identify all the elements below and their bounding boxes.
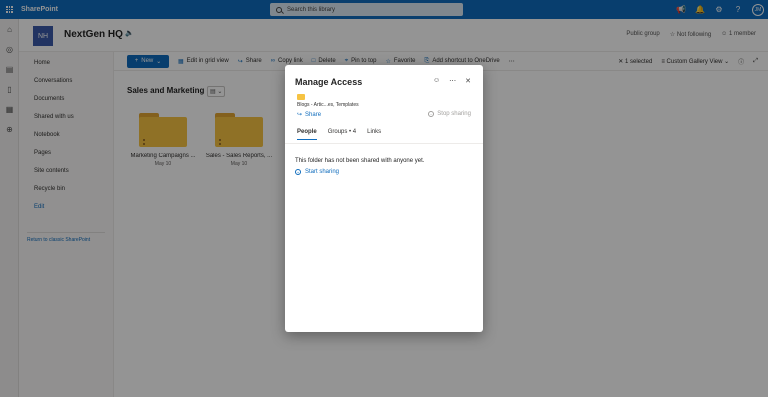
people-settings-icon[interactable]: ☺ — [433, 77, 440, 85]
panel-title: Manage Access — [295, 77, 363, 87]
item-path: Blogs - Artic...es, Templates — [297, 102, 359, 108]
more-icon[interactable]: ⋯ — [449, 77, 456, 85]
tab-groups[interactable]: Groups • 4 — [328, 129, 356, 140]
tab-links[interactable]: Links — [367, 129, 381, 140]
tab-people[interactable]: People — [297, 129, 317, 140]
close-icon[interactable]: ✕ — [465, 77, 471, 85]
panel-share-button[interactable]: ↪ Share — [297, 111, 321, 119]
manage-access-panel: Manage Access ☺ ⋯ ✕ Blogs - Artic...es, … — [285, 65, 483, 332]
share-icon: ↪ — [297, 112, 303, 118]
folder-icon — [297, 94, 305, 100]
empty-share-message: This folder has not been shared with any… — [295, 158, 425, 164]
add-icon: + — [295, 169, 301, 175]
start-sharing-button[interactable]: + Start sharing — [295, 169, 339, 175]
stop-sharing-button[interactable]: − Stop sharing — [428, 111, 471, 117]
stop-icon: − — [428, 111, 435, 117]
panel-divider — [285, 143, 483, 144]
